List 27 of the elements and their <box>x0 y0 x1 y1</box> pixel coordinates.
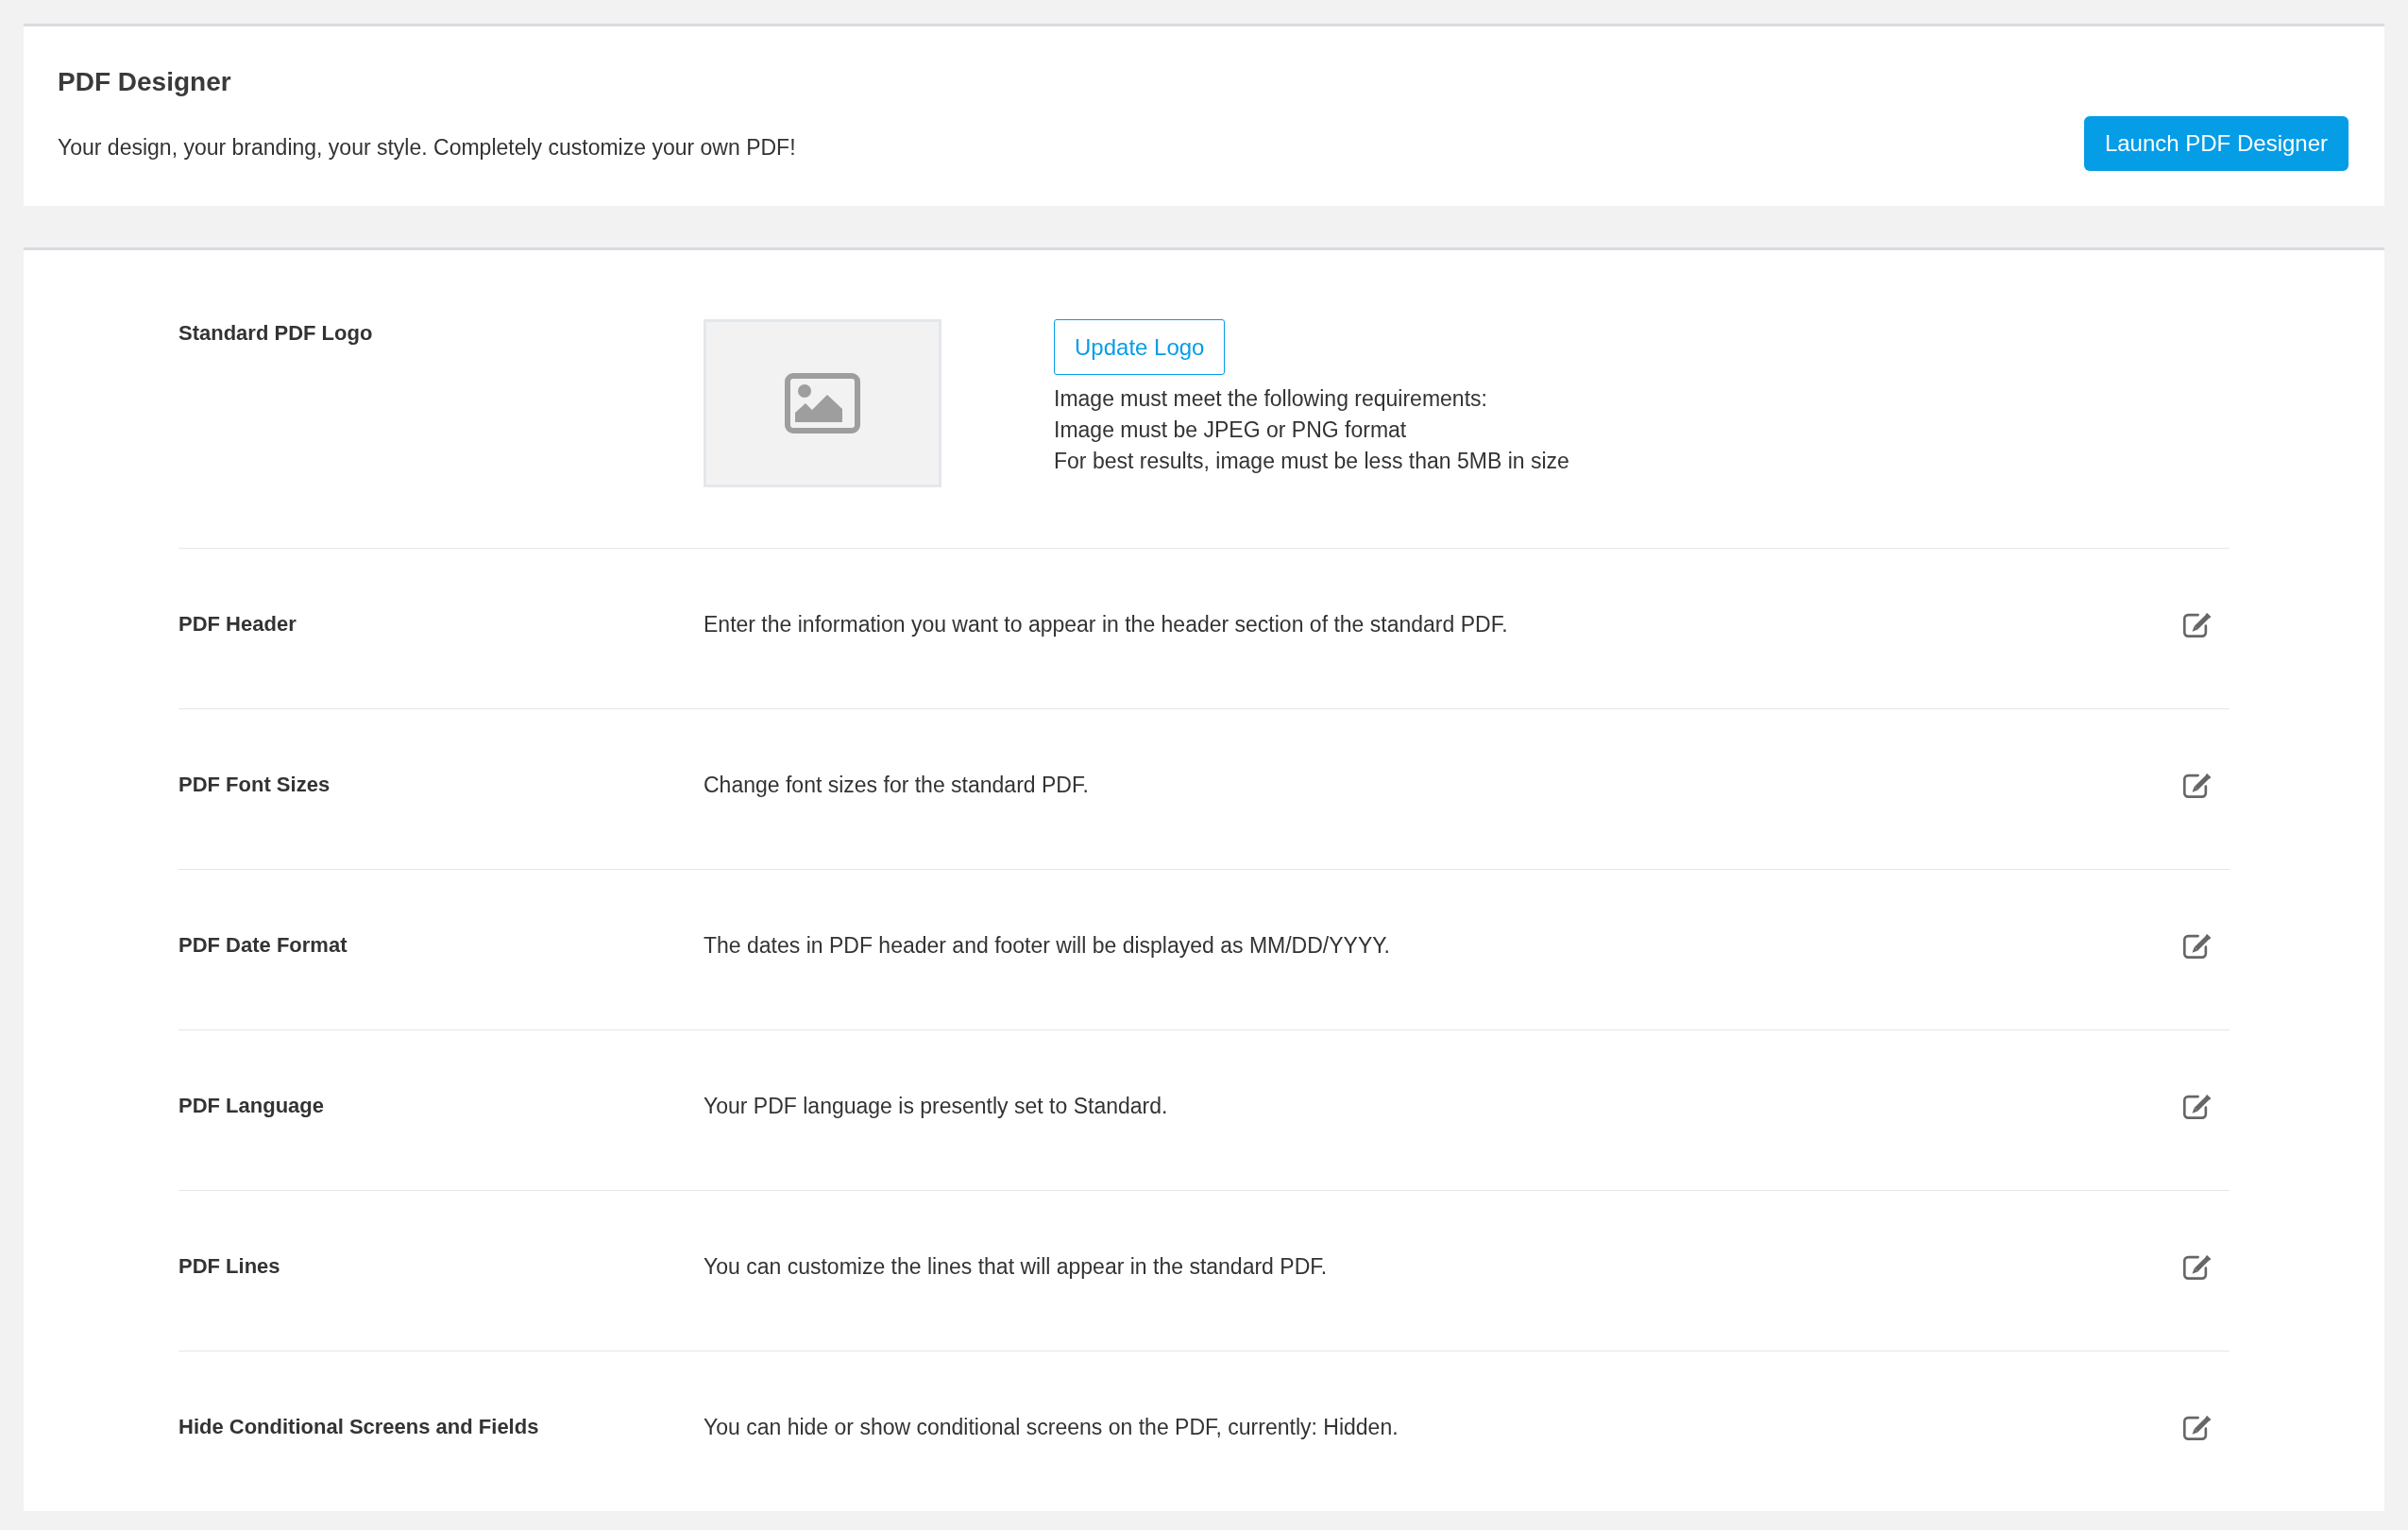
edit-icon[interactable] <box>2181 1413 2213 1441</box>
edit-icon[interactable] <box>2181 1252 2213 1281</box>
card-subtitle: Your design, your branding, your style. Completely customize your own PDF! <box>58 134 796 161</box>
edit-icon[interactable] <box>2181 1092 2213 1120</box>
setting-label: Hide Conditional Screens and Fields <box>178 1415 540 1439</box>
setting-label: PDF Header <box>178 612 297 637</box>
image-icon <box>785 373 860 434</box>
setting-label: Standard PDF Logo <box>178 321 374 346</box>
setting-description: The dates in PDF header and footer will be displayed as MM/DD/YYYY. <box>704 933 1391 958</box>
edit-icon[interactable] <box>2181 931 2213 960</box>
setting-description: You can hide or show conditional screens on the PDF, currently: Hidden. <box>704 1415 1399 1439</box>
update-logo-button[interactable]: Update Logo <box>1054 319 1226 375</box>
setting-label: PDF Date Format <box>178 933 348 958</box>
setting-label: PDF Language <box>178 1094 325 1118</box>
setting-description: Your PDF language is presently set to Standard. <box>704 1094 1169 1118</box>
card-title: PDF Designer <box>58 67 232 97</box>
setting-description: Change font sizes for the standard PDF. <box>704 773 1090 797</box>
setting-label: PDF Lines <box>178 1254 281 1279</box>
edit-icon[interactable] <box>2181 610 2213 638</box>
requirement-text: Image must be JPEG or PNG format <box>1054 416 1407 444</box>
setting-description: Enter the information you want to appear in the header section of the standard PDF. <box>704 612 1509 637</box>
requirement-text: For best results, image must be less than 5MB in size <box>1054 448 1569 475</box>
requirement-text: Image must meet the following requirements: <box>1054 385 1487 413</box>
setting-description: You can customize the lines that will appear in the standard PDF. <box>704 1254 1329 1279</box>
launch-pdf-designer-button[interactable]: Launch PDF Designer <box>2083 116 2349 171</box>
edit-icon[interactable] <box>2181 771 2213 799</box>
setting-label: PDF Font Sizes <box>178 773 331 797</box>
